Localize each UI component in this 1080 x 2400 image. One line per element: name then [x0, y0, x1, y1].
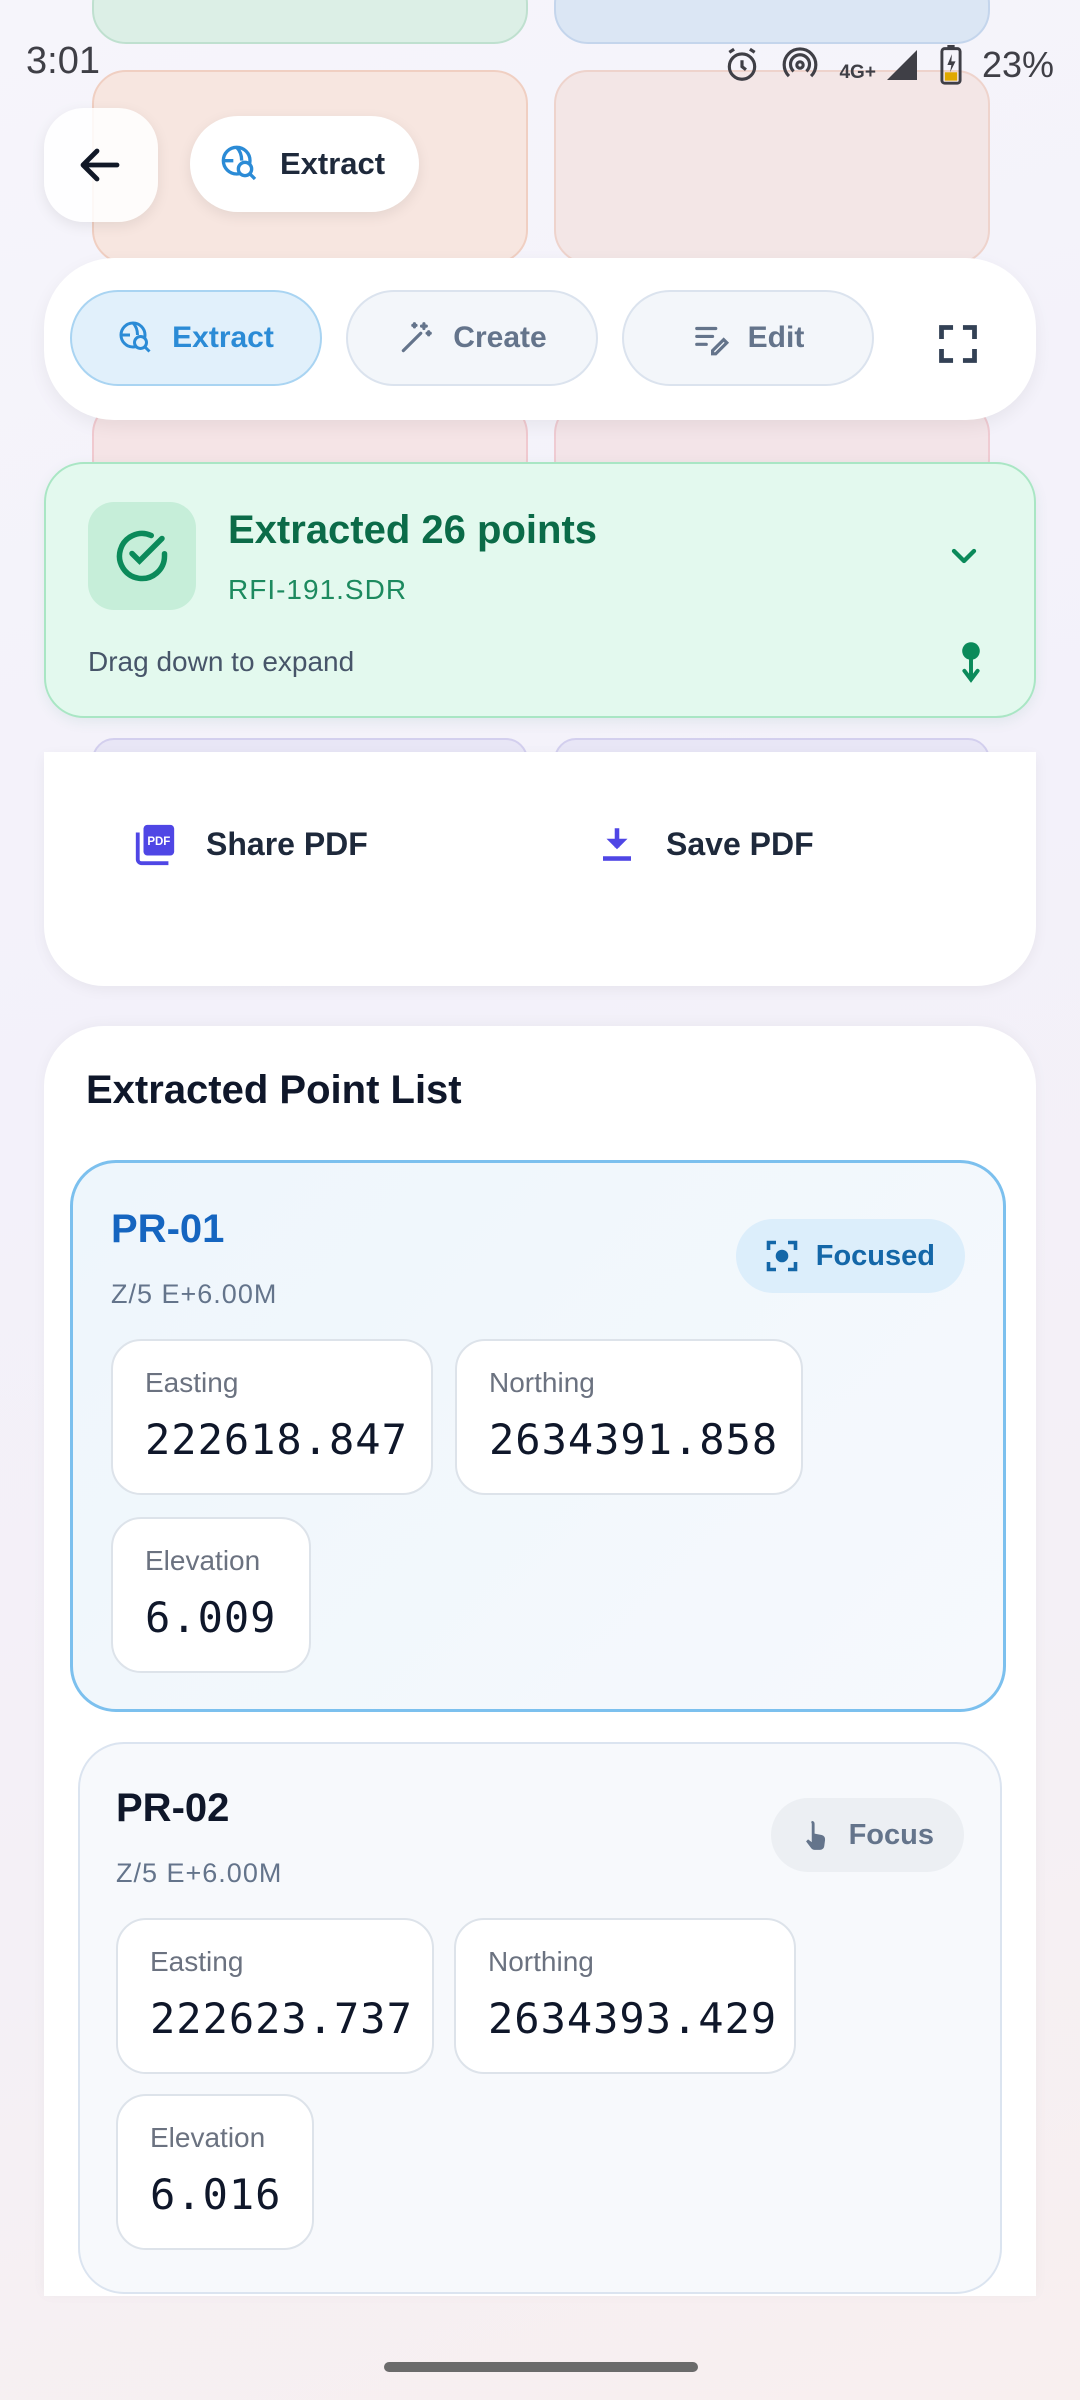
northing-value: 2634393.429 [488, 1994, 778, 2043]
point-card[interactable]: PR-02 Z/5 E+6.00M Focus Easting 222623.7… [78, 1742, 1002, 2294]
elevation-value: 6.016 [150, 2170, 282, 2219]
easting-value: 222618.847 [145, 1415, 408, 1464]
share-pdf-button[interactable]: PDF Share PDF [132, 814, 368, 874]
elevation-label: Elevation [145, 1545, 261, 1576]
home-indicator[interactable] [384, 2362, 698, 2372]
tap-hand-icon [805, 1820, 825, 1850]
focused-badge[interactable]: Focused [735, 1219, 965, 1293]
network-type: 4G+ [839, 62, 876, 83]
status-icons: 4G+ 23% [723, 40, 1054, 90]
easting-label: Easting [150, 1946, 244, 1977]
extract-result-banner[interactable]: Extracted 26 points RFI-191.SDR Drag dow… [44, 462, 1036, 718]
banner-title: Extracted 26 points [228, 508, 598, 552]
status-bar: 3:01 4G+ 23% [0, 0, 1080, 125]
battery-percent: 23% [981, 44, 1054, 85]
fullscreen-button[interactable] [916, 302, 1000, 386]
page-title: Extract [280, 146, 386, 181]
tab-create-label: Create [453, 321, 547, 354]
easting-box: Easting 222623.737 [116, 1918, 434, 2074]
back-button[interactable] [44, 108, 158, 222]
pdf-icon: PDF [135, 824, 175, 866]
banner-filename: RFI-191.SDR [228, 574, 408, 605]
northing-label: Northing [488, 1946, 594, 1977]
page-title-pill: Extract [190, 116, 420, 212]
elevation-box: Elevation 6.016 [116, 2094, 314, 2250]
elevation-box: Elevation 6.009 [111, 1517, 311, 1673]
tab-extract[interactable]: Extract [70, 290, 322, 386]
fullscreen-icon [939, 325, 977, 363]
easting-label: Easting [145, 1367, 239, 1398]
point-name: PR-02 [116, 1786, 230, 1830]
arrow-left-icon [80, 148, 120, 182]
tab-create[interactable]: Create [346, 290, 598, 386]
elevation-value: 6.009 [145, 1593, 277, 1642]
northing-box: Northing 2634393.429 [454, 1918, 796, 2074]
northing-label: Northing [489, 1367, 595, 1398]
point-name: PR-01 [111, 1207, 225, 1251]
tab-extract-label: Extract [172, 321, 274, 354]
magic-wand-icon [402, 322, 433, 353]
focus-button-label: Focus [848, 1818, 934, 1851]
svg-text:PDF: PDF [147, 836, 170, 848]
globe-search-icon [119, 321, 151, 353]
tab-edit-label: Edit [747, 321, 805, 354]
battery-charging-icon [940, 45, 962, 85]
share-pdf-label: Share PDF [206, 825, 368, 862]
edit-lines-icon [694, 326, 729, 356]
save-pdf-button[interactable]: Save PDF [596, 814, 814, 874]
focused-badge-label: Focused [815, 1239, 935, 1272]
download-icon [603, 828, 631, 861]
point-card[interactable]: PR-01 Z/5 E+6.00M Focused Easting 222618… [70, 1160, 1006, 1712]
success-icon-box [88, 502, 196, 610]
status-time: 3:01 [26, 40, 100, 82]
easting-box: Easting 222618.847 [111, 1339, 433, 1495]
point-list-title: Extracted Point List [86, 1068, 462, 1112]
save-pdf-label: Save PDF [666, 825, 814, 862]
pdf-actions-card: PDF Share PDF Save PDF [44, 752, 1036, 986]
alarm-icon [728, 47, 757, 81]
signal-icon [886, 50, 917, 80]
point-description: Z/5 E+6.00M [111, 1279, 278, 1309]
globe-search-icon [221, 145, 257, 181]
mode-toolbar: Extract Create Edit [44, 258, 1036, 420]
expand-chevron-icon[interactable] [944, 536, 984, 581]
banner-hint: Drag down to expand [88, 646, 355, 677]
elevation-label: Elevation [150, 2122, 266, 2153]
northing-value: 2634391.858 [489, 1415, 779, 1464]
point-description: Z/5 E+6.00M [116, 1858, 283, 1888]
easting-value: 222623.737 [150, 1994, 413, 2043]
focus-button[interactable]: Focus [770, 1798, 964, 1872]
drag-handle-icon[interactable] [956, 640, 986, 689]
northing-box: Northing 2634391.858 [455, 1339, 803, 1495]
check-circle-icon [116, 530, 168, 582]
point-list-card: Extracted Point List PR-01 Z/5 E+6.00M F… [44, 1026, 1036, 2296]
focus-target-icon [766, 1240, 798, 1272]
hotspot-icon [783, 47, 818, 78]
tab-edit[interactable]: Edit [622, 290, 874, 386]
